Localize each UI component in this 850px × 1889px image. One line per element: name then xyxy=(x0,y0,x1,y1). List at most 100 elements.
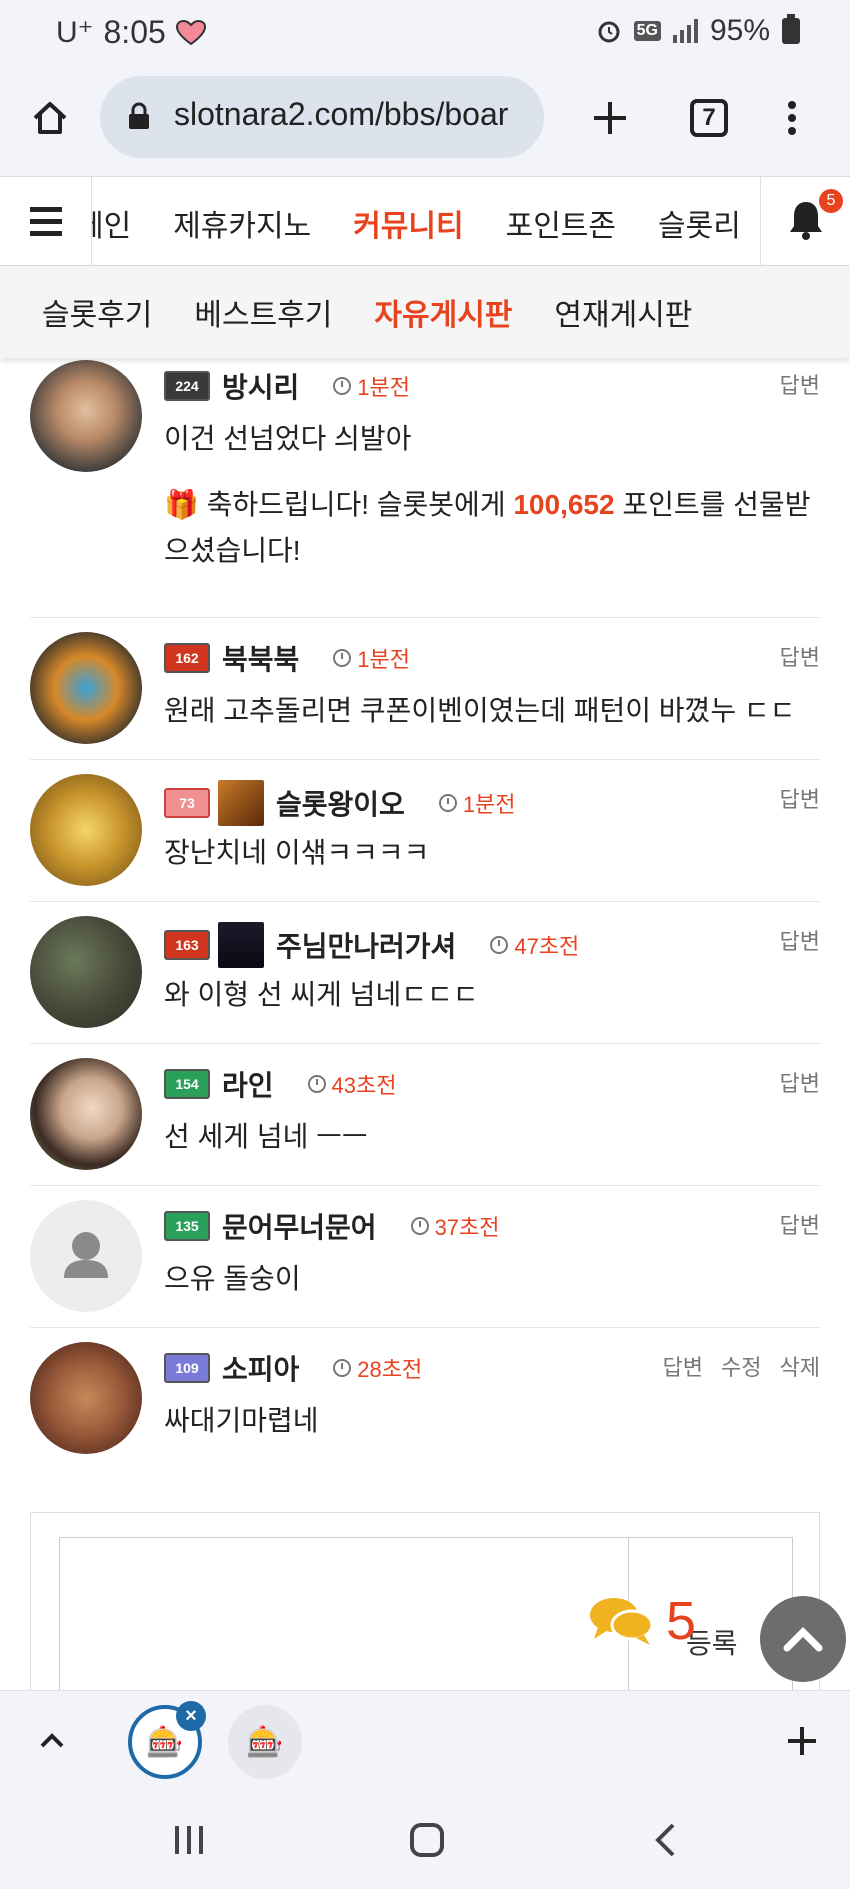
comment-text: 장난치네 이샊ㅋㅋㅋㅋ xyxy=(164,837,430,868)
comment-item: 73 슬롯왕이오 1분전 답변 장난치네 이샊ㅋㅋㅋㅋ xyxy=(30,760,820,902)
tab-chip-current[interactable]: 🎰 × xyxy=(128,1701,206,1779)
comment-time: 1분전 xyxy=(357,647,410,672)
menu-button[interactable] xyxy=(762,88,822,148)
nav-item-main[interactable]: 메인 xyxy=(92,201,131,245)
battery-icon xyxy=(782,14,800,44)
reply-button[interactable]: 답변 xyxy=(780,368,820,400)
comment-time: 1분전 xyxy=(462,792,516,817)
edit-button[interactable]: 수정 xyxy=(721,1350,761,1382)
comment-text: 와 이형 선 씨게 넘네ㄷㄷㄷ xyxy=(164,979,479,1010)
sub-item-serial-board[interactable]: 연재게시판 xyxy=(554,290,692,334)
new-tab-button[interactable] xyxy=(580,88,640,148)
plus-icon xyxy=(594,102,626,134)
avatar[interactable] xyxy=(30,916,142,1028)
notification-button[interactable]: 5 xyxy=(760,177,850,265)
clock-icon xyxy=(410,1217,429,1235)
status-bar: U⁺ 8:05 5G 95% xyxy=(0,0,850,68)
delete-button[interactable]: 삭제 xyxy=(780,1350,820,1382)
default-user-icon xyxy=(64,1232,108,1278)
sub-item-best-review[interactable]: 베스트후기 xyxy=(194,290,332,334)
comment-item: 109 소피아 28초전 답변 수정 삭제 싸대기마렵네 xyxy=(30,1328,820,1470)
comment-list: 224 방시리 1분전 답변 이건 선넘었다 싀발아 🎁 축하드립니다! 슬롯봇… xyxy=(0,358,850,1470)
url-text[interactable]: slotnara2.com/bbs/boar xyxy=(174,96,508,133)
level-badge: 73 xyxy=(164,788,210,818)
nav-item-community[interactable]: 커뮤니티 xyxy=(353,201,463,245)
reply-button[interactable]: 답변 xyxy=(780,1208,820,1240)
heart-icon xyxy=(175,19,206,45)
hamburger-menu-icon[interactable] xyxy=(0,177,92,265)
avatar[interactable] xyxy=(30,1342,142,1454)
back-icon xyxy=(655,1823,675,1857)
sub-item-free-board[interactable]: 자유게시판 xyxy=(374,290,512,334)
reply-button[interactable]: 답변 xyxy=(780,640,820,672)
level-badge: 162 xyxy=(164,643,210,673)
nav-item-partner-casino[interactable]: 제휴카지노 xyxy=(173,201,311,245)
nav-item-slot[interactable]: 슬롯리 xyxy=(658,201,741,245)
comment-text: 선 세게 넘네 ㅡㅡ xyxy=(164,1121,368,1152)
comment-time: 1분전 xyxy=(357,375,410,400)
nickname[interactable]: 방시리 xyxy=(222,366,299,406)
nickname[interactable]: 북북북 xyxy=(222,638,299,678)
level-badge: 135 xyxy=(164,1211,210,1241)
clock-icon xyxy=(490,936,509,954)
avatar[interactable] xyxy=(30,1058,142,1170)
add-tab-button[interactable] xyxy=(780,1719,824,1763)
more-vertical-icon xyxy=(788,101,796,135)
expand-tabs-button[interactable] xyxy=(30,1719,74,1763)
level-badge: 224 xyxy=(164,371,210,401)
user-icon-image xyxy=(218,780,264,826)
comment-text: 이건 선넘었다 싀발아 xyxy=(164,423,412,454)
avatar[interactable] xyxy=(30,632,142,744)
system-nav-bar xyxy=(0,1790,850,1889)
user-icon-image xyxy=(218,922,264,968)
home-icon xyxy=(33,102,67,134)
level-badge: 154 xyxy=(164,1069,210,1099)
comment-time: 37초전 xyxy=(434,1215,500,1240)
tab-chip[interactable]: 🎰 xyxy=(228,1705,302,1779)
clock-icon xyxy=(438,794,457,812)
gift-icon: 🎁 xyxy=(164,489,207,520)
reply-textarea[interactable] xyxy=(59,1537,629,1697)
nickname[interactable]: 라인 xyxy=(222,1064,274,1104)
home-nav-button[interactable] xyxy=(402,1820,452,1860)
comment-time: 47초전 xyxy=(514,934,580,959)
carrier-label: U⁺ xyxy=(56,16,94,49)
scroll-top-button[interactable] xyxy=(760,1596,846,1682)
comment-count-widget[interactable]: 5 xyxy=(588,1590,696,1652)
home-button[interactable] xyxy=(20,88,80,148)
browser-tab-bar: 🎰 × 🎰 xyxy=(0,1690,850,1790)
slot-machine-icon: 🎰 xyxy=(146,1725,184,1759)
address-bar[interactable]: slotnara2.com/bbs/boar xyxy=(100,76,544,158)
comment-time: 43초전 xyxy=(331,1073,397,1098)
chevron-up-icon xyxy=(783,1627,823,1652)
nickname[interactable]: 주님만나러가셔 xyxy=(276,925,456,965)
nickname[interactable]: 소피아 xyxy=(222,1348,299,1388)
level-badge: 163 xyxy=(164,930,210,960)
slot-machine-icon: 🎰 xyxy=(246,1725,284,1759)
reply-button[interactable]: 답변 xyxy=(780,924,820,956)
back-button[interactable] xyxy=(640,1820,690,1860)
close-icon[interactable]: × xyxy=(176,1701,206,1731)
comment-item: 135 문어무너문어 37초전 답변 으유 돌숭이 xyxy=(30,1186,820,1328)
chat-bubbles-icon xyxy=(590,1598,654,1645)
recent-apps-button[interactable] xyxy=(164,1820,214,1860)
nickname[interactable]: 슬롯왕이오 xyxy=(276,783,405,823)
sub-nav: 슬롯후기 베스트후기 자유게시판 연재게시판 xyxy=(0,266,850,358)
nav-item-point-zone[interactable]: 포인트존 xyxy=(506,201,616,245)
reply-button[interactable]: 답변 xyxy=(780,1066,820,1098)
comment-item: 162 북북북 1분전 답변 원래 고추돌리면 쿠폰이벤이였는데 패턴이 바꼈누… xyxy=(30,618,820,760)
recent-apps-icon xyxy=(175,1826,203,1854)
browser-toolbar: slotnara2.com/bbs/boar 7 xyxy=(0,68,850,176)
comment-item: 163 주님만나러가셔 47초전 답변 와 이형 선 씨게 넘네ㄷㄷㄷ xyxy=(30,902,820,1044)
sub-item-slot-review[interactable]: 슬롯후기 xyxy=(42,290,152,334)
home-square-icon xyxy=(410,1823,444,1857)
alarm-icon xyxy=(598,21,620,43)
nickname[interactable]: 문어무너문어 xyxy=(222,1206,377,1246)
avatar[interactable] xyxy=(30,1200,142,1312)
avatar[interactable] xyxy=(30,774,142,886)
reply-button[interactable]: 답변 xyxy=(780,782,820,814)
reply-button[interactable]: 답변 xyxy=(663,1350,703,1382)
tab-switcher-button[interactable]: 7 xyxy=(679,88,739,148)
avatar[interactable] xyxy=(30,360,142,472)
lock-icon xyxy=(129,102,149,129)
